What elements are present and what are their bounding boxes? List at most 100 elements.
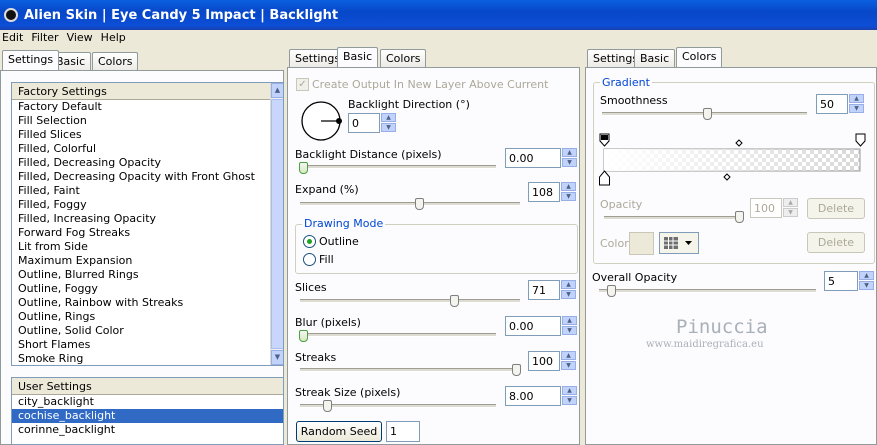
direction-dial-icon[interactable] <box>300 101 344 141</box>
list-item[interactable]: Outline, Foggy <box>12 282 283 296</box>
delete-color-button[interactable]: Delete <box>807 232 865 253</box>
stepper-down-icon[interactable]: ▼ <box>859 281 874 290</box>
list-item[interactable]: Outline, Rainbow with Streaks <box>12 296 283 310</box>
color-swatch[interactable] <box>629 232 654 255</box>
user-settings-list[interactable]: User Settings city_backlight cochise_bac… <box>11 377 284 445</box>
opacity-slider-track[interactable] <box>604 216 741 220</box>
streaks-slider-track[interactable] <box>300 368 520 372</box>
stepper-down-icon[interactable]: ▼ <box>561 192 576 201</box>
overall-opacity-input[interactable]: 5 <box>824 271 858 291</box>
list-item[interactable]: Smoke Ring <box>12 352 283 365</box>
menu-edit[interactable]: Edit <box>0 30 29 47</box>
outline-radio[interactable] <box>303 235 316 248</box>
create-output-checkbox[interactable]: ✓ <box>296 78 309 91</box>
distance-slider-knob[interactable] <box>299 162 308 174</box>
distance-stepper[interactable]: ▲ ▼ <box>562 148 577 168</box>
seed-input[interactable]: 1 <box>386 421 420 442</box>
list-item[interactable]: Filled, Increasing Opacity <box>12 212 283 226</box>
list-item[interactable]: Outline, Blurred Rings <box>12 268 283 282</box>
opacity-slider-knob[interactable] <box>735 211 744 223</box>
slices-slider-knob[interactable] <box>450 295 459 307</box>
stepper-up-icon[interactable]: ▲ <box>859 271 874 280</box>
stepper-down-icon[interactable]: ▼ <box>381 123 396 132</box>
menu-help[interactable]: Help <box>99 30 132 47</box>
stepper-down-icon[interactable]: ▼ <box>783 208 798 217</box>
stepper-up-icon[interactable]: ▲ <box>562 316 577 325</box>
stepper-up-icon[interactable]: ▲ <box>561 182 576 191</box>
list-item[interactable]: Factory Default <box>12 100 283 114</box>
direction-stepper[interactable]: ▲ ▼ <box>381 113 396 133</box>
blur-stepper[interactable]: ▲ ▼ <box>562 316 577 336</box>
stepper-down-icon[interactable]: ▼ <box>561 361 576 370</box>
scroll-up-icon[interactable]: ▲ <box>271 83 283 98</box>
menu-view[interactable]: View <box>65 30 99 47</box>
overall-opacity-slider-track[interactable] <box>599 289 816 293</box>
list-item[interactable]: Forward Fog Streaks <box>12 226 283 240</box>
streak-size-input[interactable]: 8.00 <box>505 386 561 406</box>
stepper-up-icon[interactable]: ▲ <box>381 113 396 122</box>
list-item[interactable]: Outline, Rings <box>12 310 283 324</box>
list-item[interactable]: Lit from Side <box>12 240 283 254</box>
expand-slider-knob[interactable] <box>415 198 424 210</box>
smoothness-stepper[interactable]: ▲ ▼ <box>849 94 864 114</box>
stepper-up-icon[interactable]: ▲ <box>562 386 577 395</box>
list-item[interactable]: Filled Slices <box>12 128 283 142</box>
fill-radio[interactable] <box>303 253 316 266</box>
slices-stepper[interactable]: ▲ ▼ <box>561 280 576 300</box>
streak-size-stepper[interactable]: ▲ ▼ <box>562 386 577 406</box>
list-item[interactable]: Maximum Expansion <box>12 254 283 268</box>
right-tab-basic[interactable]: Basic <box>634 49 676 67</box>
opacity-input[interactable]: 100 <box>750 198 782 218</box>
list-item[interactable]: Filled, Decreasing Opacity <box>12 156 283 170</box>
smoothness-slider-knob[interactable] <box>703 108 712 120</box>
list-item[interactable]: corinne_backlight <box>12 423 283 437</box>
gradient-editor[interactable] <box>598 130 870 190</box>
color-palette-dropdown[interactable] <box>659 232 699 254</box>
stepper-down-icon[interactable]: ▼ <box>849 104 864 113</box>
opacity-stepper[interactable]: ▲ ▼ <box>783 198 798 218</box>
blur-slider-knob[interactable] <box>299 330 308 342</box>
list-item[interactable]: Filled, Foggy <box>12 198 283 212</box>
direction-input[interactable]: 0 <box>348 113 380 133</box>
menu-filter[interactable]: Filter <box>29 30 64 47</box>
list-item[interactable]: Short Flames <box>12 338 283 352</box>
stepper-up-icon[interactable]: ▲ <box>562 148 577 157</box>
stepper-down-icon[interactable]: ▼ <box>562 396 577 405</box>
mid-tab-basic[interactable]: Basic <box>337 47 379 67</box>
stepper-up-icon[interactable]: ▲ <box>849 94 864 103</box>
right-tab-colors[interactable]: Colors <box>676 47 723 67</box>
list-item[interactable]: Filled, Decreasing Opacity with Front Gh… <box>12 170 283 184</box>
list-item[interactable]: Filled, Faint <box>12 184 283 198</box>
list-item[interactable]: Fill Selection <box>12 114 283 128</box>
distance-slider-track[interactable] <box>300 165 496 169</box>
stepper-down-icon[interactable]: ▼ <box>562 326 577 335</box>
factory-settings-list[interactable]: Factory Settings Factory Default Fill Se… <box>11 82 284 366</box>
stepper-up-icon[interactable]: ▲ <box>561 280 576 289</box>
left-tab-colors[interactable]: Colors <box>92 52 139 70</box>
stepper-up-icon[interactable]: ▲ <box>561 351 576 360</box>
stepper-up-icon[interactable]: ▲ <box>783 198 798 207</box>
mid-tab-colors[interactable]: Colors <box>380 49 427 67</box>
delete-opacity-button[interactable]: Delete <box>807 198 865 219</box>
streaks-slider-knob[interactable] <box>512 364 521 376</box>
blur-input[interactable]: 0.00 <box>505 316 561 336</box>
list-item[interactable]: Filled, Colorful <box>12 142 283 156</box>
streaks-stepper[interactable]: ▲ ▼ <box>561 351 576 371</box>
smoothness-input[interactable]: 50 <box>816 94 848 114</box>
list-item-selected[interactable]: cochise_backlight <box>12 409 283 423</box>
stepper-down-icon[interactable]: ▼ <box>562 158 577 167</box>
scroll-down-icon[interactable]: ▼ <box>271 350 283 365</box>
list-item[interactable]: Outline, Solid Color <box>12 324 283 338</box>
expand-input[interactable]: 108 <box>528 182 560 202</box>
factory-scrollbar[interactable]: ▲ ▼ <box>270 83 283 365</box>
streaks-input[interactable]: 100 <box>528 351 560 371</box>
distance-input[interactable]: 0.00 <box>505 148 561 168</box>
list-item[interactable]: city_backlight <box>12 395 283 409</box>
streak-size-slider-knob[interactable] <box>323 400 332 412</box>
expand-slider-track[interactable] <box>300 202 520 206</box>
slices-input[interactable]: 71 <box>528 280 560 300</box>
stepper-down-icon[interactable]: ▼ <box>561 290 576 299</box>
overall-opacity-slider-knob[interactable] <box>607 285 616 297</box>
scroll-thumb[interactable] <box>271 99 283 349</box>
overall-opacity-stepper[interactable]: ▲ ▼ <box>859 271 874 291</box>
